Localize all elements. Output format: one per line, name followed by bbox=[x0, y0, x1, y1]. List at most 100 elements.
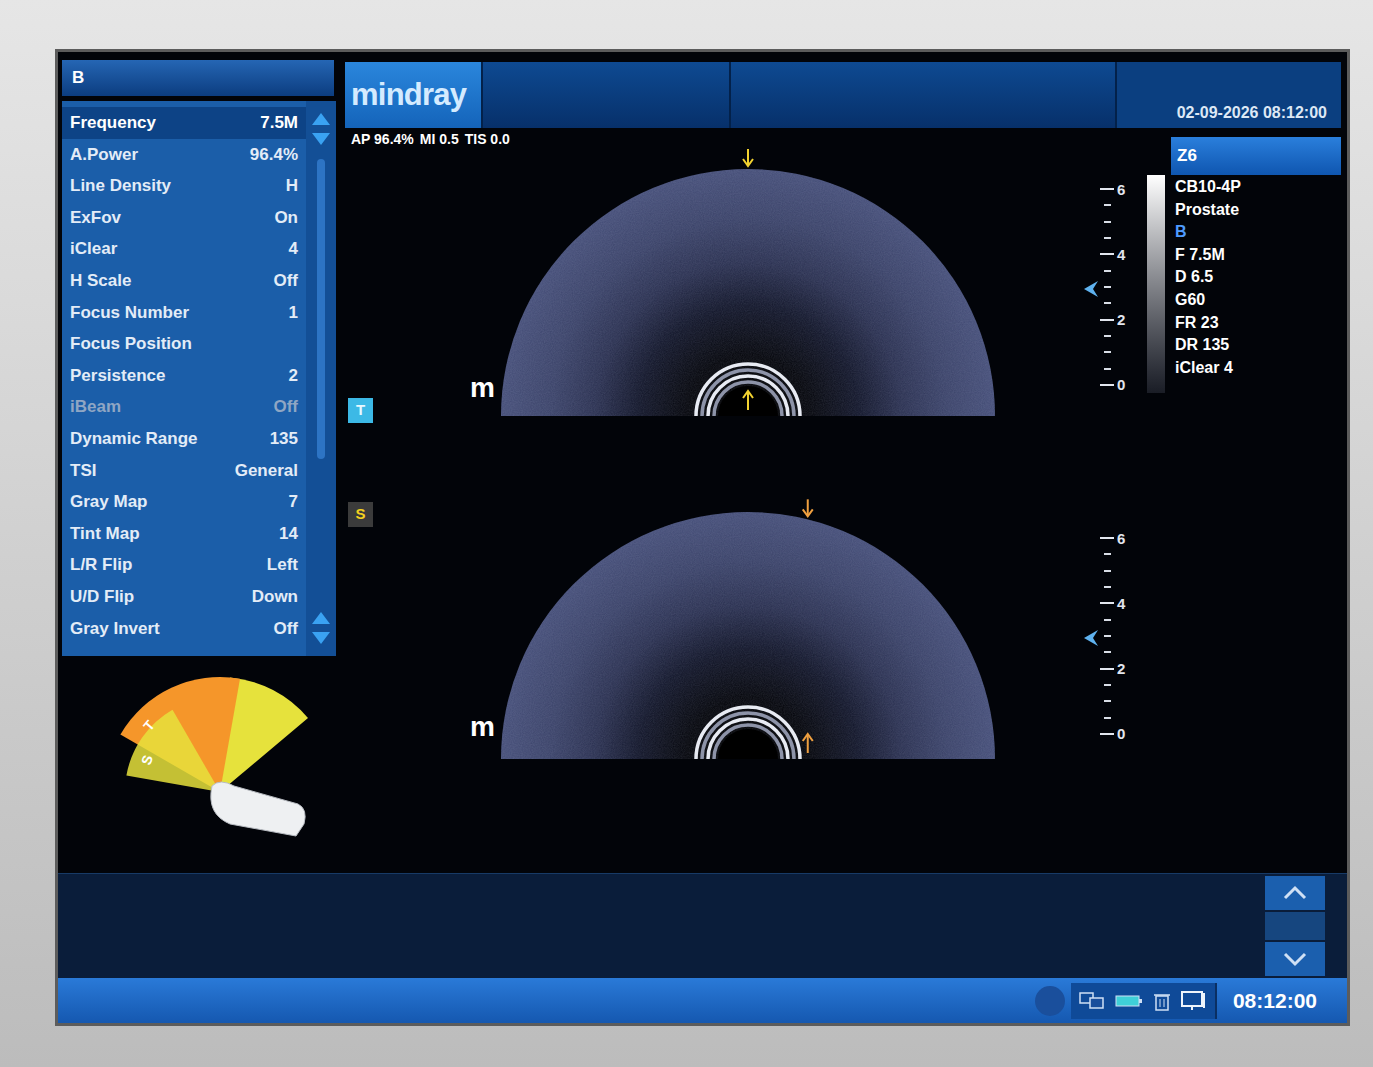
ultrasound-image bbox=[498, 491, 998, 766]
parameter-row[interactable]: Dynamic Range135 bbox=[62, 423, 306, 455]
scale-label: 4 bbox=[1117, 247, 1125, 262]
major-tick bbox=[1100, 537, 1114, 539]
parameter-label: iBeam bbox=[70, 394, 121, 420]
parameter-row[interactable]: Focus Position bbox=[62, 328, 306, 360]
scale-row: 2 bbox=[1092, 312, 1136, 328]
chevron-down-icon bbox=[1282, 951, 1308, 967]
probe-diagram-icon: TS bbox=[120, 674, 320, 839]
plane-marker[interactable]: S bbox=[348, 502, 373, 527]
parameter-row[interactable]: iBeam Off bbox=[62, 391, 306, 423]
parameter-label: U/D Flip bbox=[70, 584, 134, 610]
scroll-up-icon[interactable] bbox=[312, 113, 330, 125]
scale-row: 6 bbox=[1092, 530, 1136, 546]
info-line: G60 bbox=[1175, 289, 1241, 312]
parameter-label: Frequency bbox=[70, 110, 156, 136]
parameter-row[interactable]: ExFovOn bbox=[62, 202, 306, 234]
focus-arrow-icon bbox=[1084, 281, 1098, 297]
info-line: CB10-4P bbox=[1175, 176, 1241, 199]
major-tick bbox=[1100, 319, 1114, 321]
scroll-down-icon[interactable] bbox=[312, 133, 330, 145]
monitor-icon[interactable] bbox=[1181, 991, 1207, 1011]
status-icons bbox=[1071, 983, 1215, 1019]
zoom-header: Z6 bbox=[1171, 137, 1341, 175]
scale-label: 2 bbox=[1117, 312, 1125, 327]
acoustic-value: AP 96.4% bbox=[351, 129, 414, 150]
parameter-label: ExFov bbox=[70, 205, 121, 231]
status-separator bbox=[1215, 983, 1217, 1019]
depth-scale: 6420 bbox=[1092, 530, 1136, 742]
major-tick bbox=[1100, 384, 1114, 386]
parameter-row[interactable]: Focus Number1 bbox=[62, 297, 306, 329]
parameter-row[interactable]: Persistence2 bbox=[62, 360, 306, 392]
top-bar: mindray02-09-2026 08:12:00 bbox=[345, 62, 1341, 128]
battery-icon bbox=[1115, 994, 1143, 1008]
parameter-value: 14 bbox=[279, 521, 298, 547]
acoustic-value: TIS 0.0 bbox=[465, 129, 510, 150]
parameter-row[interactable]: iClear4 bbox=[62, 233, 306, 265]
scale-label: 6 bbox=[1117, 182, 1125, 197]
image-content: AP 96.4%MI 0.5TIS 0.0 Tm 6 4 2 0 Sm 6 4 2 0 Z6CB10-… bbox=[345, 128, 1341, 873]
parameter-row[interactable]: TSI General bbox=[62, 455, 306, 487]
image-logo-text: m bbox=[470, 714, 495, 740]
scale-row: 2 bbox=[1092, 661, 1136, 677]
parameter-value: Off bbox=[273, 268, 298, 294]
major-tick bbox=[1100, 733, 1114, 735]
info-line: FR 23 bbox=[1175, 312, 1241, 335]
parameter-row[interactable]: Frequency7.5M bbox=[62, 107, 306, 139]
image-logo: m bbox=[470, 148, 498, 423]
top-bar-segment bbox=[729, 62, 1115, 128]
scroll-up-icon[interactable] bbox=[312, 612, 330, 624]
monitor-bezel: BFrequency7.5MA.Power96.4%Line DensityHE… bbox=[0, 0, 1373, 1067]
scale-row: 6 bbox=[1092, 181, 1136, 197]
ultrasound-frame bbox=[498, 148, 998, 423]
image-area: mindray02-09-2026 08:12:00AP 96.4%MI 0.5… bbox=[336, 52, 1347, 873]
parameter-row[interactable]: Gray Map7 bbox=[62, 486, 306, 518]
plane-marker[interactable]: T bbox=[348, 398, 373, 423]
focus-marker[interactable] bbox=[1084, 630, 1098, 646]
info-line: B bbox=[1175, 221, 1241, 244]
parameter-value: H bbox=[286, 173, 298, 199]
focus-marker[interactable] bbox=[1084, 281, 1098, 297]
parameter-row[interactable]: L/R FlipLeft bbox=[62, 549, 306, 581]
plane-marker-column: S bbox=[345, 491, 375, 766]
parameter-row[interactable]: Gray InvertOff bbox=[62, 613, 306, 645]
info-line: Prostate bbox=[1175, 199, 1241, 222]
parameter-value: General bbox=[235, 458, 298, 484]
image-logo-text: m bbox=[470, 375, 495, 401]
parameter-label: Focus Position bbox=[70, 331, 192, 357]
mode-column: BFrequency7.5MA.Power96.4%Line DensityHE… bbox=[58, 52, 336, 873]
ultrasound-image bbox=[498, 148, 998, 423]
scroll-arrows bbox=[308, 107, 334, 151]
scale-row: 0 bbox=[1092, 377, 1136, 393]
parameter-value: 96.4% bbox=[250, 142, 298, 168]
trash-icon[interactable] bbox=[1153, 991, 1171, 1011]
page-up-button[interactable] bbox=[1265, 876, 1325, 910]
parameter-label: A.Power bbox=[70, 142, 138, 168]
info-line: F 7.5M bbox=[1175, 244, 1241, 267]
image-column: AP 96.4%MI 0.5TIS 0.0 Tm 6 4 2 0 Sm 6 4 2 0 bbox=[345, 128, 1147, 873]
image-row: Sm6420 bbox=[345, 491, 1147, 766]
scroll-down-icon[interactable] bbox=[312, 632, 330, 644]
parameter-value: 2 bbox=[289, 363, 298, 389]
scale-row: 0 bbox=[1092, 726, 1136, 742]
network-icon[interactable] bbox=[1079, 991, 1105, 1011]
scroll-thumb[interactable] bbox=[317, 159, 325, 459]
probe-diagram: TS bbox=[120, 674, 320, 839]
parameter-row[interactable]: Line DensityH bbox=[62, 170, 306, 202]
top-bar-segment bbox=[481, 62, 729, 128]
parameter-value: Off bbox=[273, 394, 298, 420]
parameter-value: 1 bbox=[289, 300, 298, 326]
parameter-label: iClear bbox=[70, 236, 117, 262]
parameter-row[interactable]: H ScaleOff bbox=[62, 265, 306, 297]
mode-title: B bbox=[72, 65, 84, 91]
parameter-row[interactable]: U/D Flip Down bbox=[62, 581, 306, 613]
page-down-button[interactable] bbox=[1265, 942, 1325, 976]
major-tick bbox=[1100, 253, 1114, 255]
parameter-row[interactable]: Tint Map14 bbox=[62, 518, 306, 550]
depth-scale: 6 4 2 0 bbox=[1092, 181, 1136, 393]
parameter-label: TSI bbox=[70, 458, 96, 484]
parameter-value: Down bbox=[252, 584, 298, 610]
focus-arrow-icon bbox=[1084, 630, 1098, 646]
acoustic-output: AP 96.4%MI 0.5TIS 0.0 bbox=[345, 130, 1147, 148]
parameter-row[interactable]: A.Power 96.4% bbox=[62, 139, 306, 171]
